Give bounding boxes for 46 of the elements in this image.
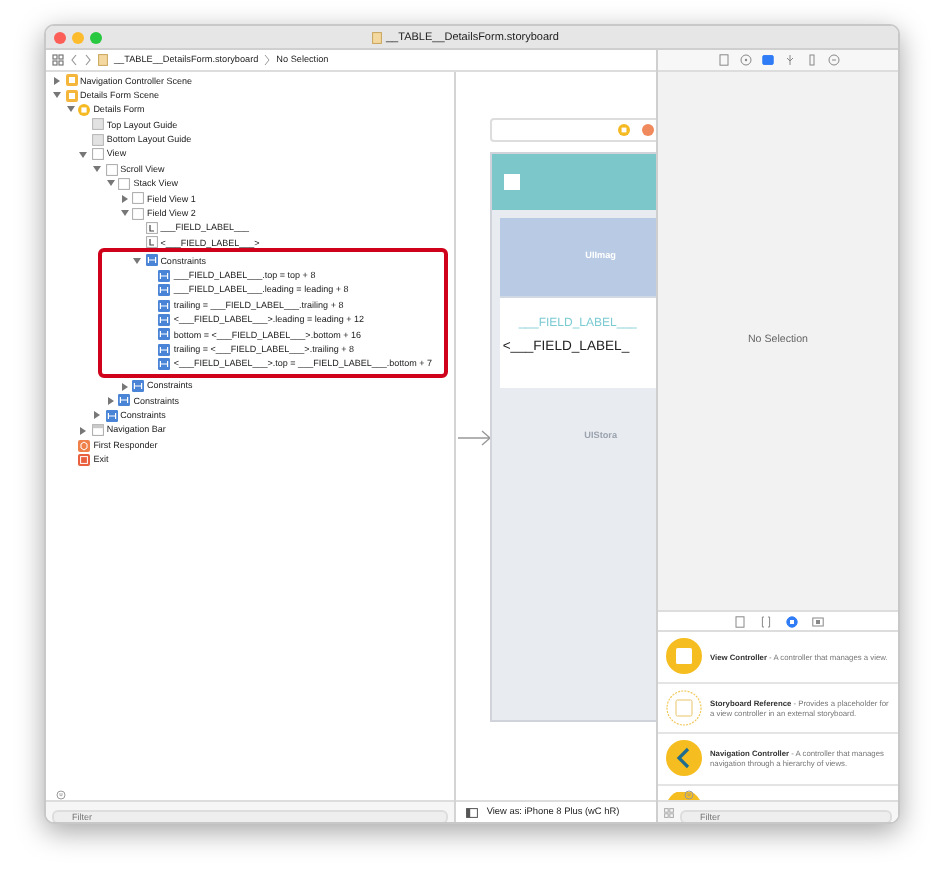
media-icon[interactable]: [811, 615, 823, 627]
forward-icon[interactable]: [84, 54, 92, 66]
exit-icon: [78, 453, 91, 466]
file-icon[interactable]: [733, 615, 745, 627]
attributes-icon[interactable]: [783, 54, 795, 66]
disclosure-icon[interactable]: [78, 149, 89, 160]
back-icon[interactable]: [70, 54, 78, 66]
identity-icon[interactable]: [761, 54, 773, 66]
disclosure-icon[interactable]: [65, 104, 76, 115]
grid-icon[interactable]: [664, 807, 674, 817]
connections-icon[interactable]: [827, 54, 839, 66]
grid-icon[interactable]: [52, 54, 64, 66]
ruler-icon[interactable]: [805, 54, 817, 66]
disclosure-icon[interactable]: [119, 208, 129, 219]
view-controller-icon: [666, 638, 702, 675]
chevron-icon: [264, 54, 271, 66]
navigation-bar-icon: [91, 424, 104, 437]
braces-icon[interactable]: [759, 615, 771, 627]
navigation-controller-icon: [666, 740, 702, 777]
disclosure-icon[interactable]: [92, 410, 103, 421]
disclosure-icon[interactable]: [119, 381, 129, 391]
disclosure-icon[interactable]: [119, 193, 129, 204]
document-icon: [372, 32, 382, 44]
disclosure-icon[interactable]: [105, 395, 116, 406]
file-icon[interactable]: [717, 54, 729, 66]
zoom-button[interactable]: [90, 32, 102, 44]
disclosure-icon[interactable]: [92, 164, 103, 175]
sidebar-icon[interactable]: [466, 807, 479, 817]
controller-icon: [78, 103, 91, 116]
help-icon[interactable]: [739, 54, 751, 66]
controller-icon[interactable]: [618, 124, 631, 136]
disclosure-icon[interactable]: [52, 75, 62, 86]
entry-arrow: [458, 430, 495, 446]
responder-icon: [78, 439, 91, 452]
responder-icon[interactable]: [642, 124, 655, 136]
close-button[interactable]: [54, 32, 66, 44]
disclosure-icon[interactable]: [52, 90, 62, 101]
filter-icon: [684, 790, 694, 800]
filter-icon: [56, 790, 66, 800]
disclosure-icon[interactable]: [78, 425, 89, 436]
disclosure-icon[interactable]: [105, 178, 116, 189]
storyboard-reference-icon: [666, 689, 702, 726]
disclosure-icon[interactable]: [132, 255, 143, 266]
bar-button-icon: [504, 174, 521, 190]
document-icon: [98, 54, 108, 66]
object-icon[interactable]: [785, 615, 797, 627]
